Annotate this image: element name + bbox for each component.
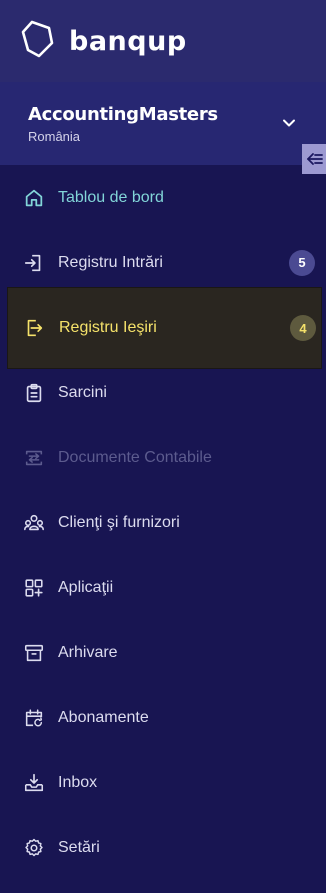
nav-label-sarcini: Sarcini [58, 383, 107, 401]
nav-item-dashboard[interactable]: Tablou de bord [0, 165, 326, 230]
inbox-download-icon [22, 771, 46, 795]
collapse-arrow-icon [307, 153, 323, 165]
nav-item-aplicatii[interactable]: Aplicaţii [0, 555, 326, 620]
import-icon [22, 251, 46, 275]
chevron-down-icon [283, 119, 295, 127]
nav-label-documente-contabile: Documente Contabile [58, 448, 212, 466]
transfer-docs-icon [22, 446, 46, 470]
nav-label-registru-iesiri: Registru Ieşiri [59, 319, 157, 336]
calendar-refresh-icon [22, 706, 46, 730]
gear-icon [22, 836, 46, 860]
apps-icon [22, 576, 46, 600]
nav-label-setari: Setări [58, 838, 100, 856]
banqup-logo-icon [19, 19, 55, 64]
nav-item-documente-contabile[interactable]: Documente Contabile [0, 425, 326, 490]
clipboard-icon [22, 381, 46, 405]
nav-label-aplicatii: Aplicaţii [58, 578, 114, 596]
nav-label-dashboard: Tablou de bord [58, 188, 164, 206]
nav-item-setari[interactable]: Setări [0, 815, 326, 880]
brand-header[interactable]: banqup [0, 0, 326, 82]
nav-item-abonamente[interactable]: Abonamente [0, 685, 326, 750]
users-icon [22, 511, 46, 535]
nav-item-sarcini[interactable]: Sarcini [0, 360, 326, 425]
archive-icon [22, 641, 46, 665]
brand-name: banqup [69, 25, 187, 57]
nav-item-clienti-furnizori[interactable]: Clienţi şi furnizori [0, 490, 326, 555]
nav-label-registru-intrari: Registru Intrări [58, 253, 163, 271]
nav-label-arhivare: Arhivare [58, 643, 118, 661]
export-icon [22, 316, 46, 340]
count-badge: 5 [289, 249, 315, 276]
company-switcher[interactable]: AccountingMasters România [0, 82, 326, 165]
nav-item-arhivare[interactable]: Arhivare [0, 620, 326, 685]
company-country: România [28, 129, 81, 144]
nav-item-registru-intrari[interactable]: Registru Intrări 5 [0, 230, 326, 295]
count-badge: 4 [290, 315, 316, 341]
nav-item-inbox[interactable]: Inbox [0, 750, 326, 815]
sidebar: banqup AccountingMasters România Tablou … [0, 0, 326, 893]
nav-label-abonamente: Abonamente [58, 708, 149, 726]
nav-label-clienti-furnizori: Clienţi şi furnizori [58, 513, 180, 531]
home-icon [22, 186, 46, 210]
nav-item-registru-iesiri[interactable]: Registru Ieşiri 4 [7, 287, 322, 369]
nav-label-inbox: Inbox [58, 773, 98, 791]
